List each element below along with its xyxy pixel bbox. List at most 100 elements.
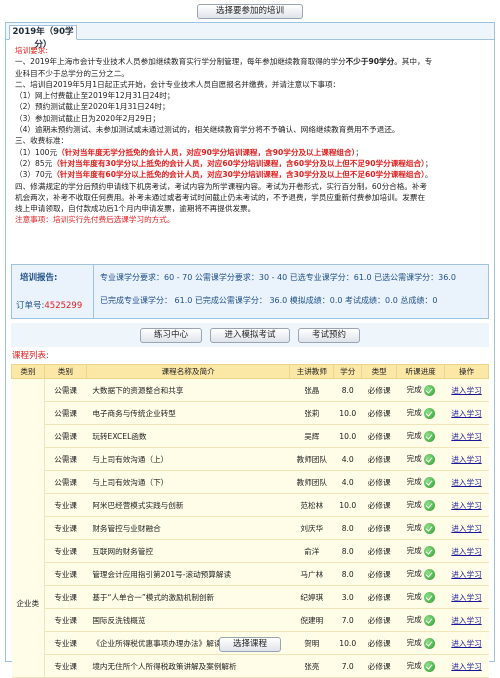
col-progress: 听课进度 xyxy=(396,364,446,379)
course-teacher: 教师团队 xyxy=(289,470,334,494)
course-credit: 3.0 xyxy=(333,585,362,609)
check-icon xyxy=(423,614,435,626)
course-category: 专业课 xyxy=(44,654,87,678)
course-operation: 进入学习 xyxy=(444,378,489,402)
enter-study-link[interactable]: 进入学习 xyxy=(451,547,481,556)
course-type: 必修课 xyxy=(361,470,397,494)
top-bar: 选择要参加的培训 xyxy=(0,0,500,22)
fee-2-end: ； xyxy=(424,158,433,168)
progress-text: 完成 xyxy=(406,592,422,602)
course-operation: 进入学习 xyxy=(444,608,489,632)
course-operation: 进入学习 xyxy=(444,424,489,448)
progress-text: 完成 xyxy=(406,523,422,533)
progress-text: 完成 xyxy=(406,615,422,625)
fee-3-price: （3）70元 xyxy=(15,170,53,180)
enter-study-link[interactable]: 进入学习 xyxy=(451,455,481,464)
req-item-2: （2）预约测试截止至2020年1月31日24时； xyxy=(15,102,170,112)
fee-1-end: ； xyxy=(355,147,364,157)
table-row: 专业课 基于“人单合一”模式的激励机制创新 纪婷琪 3.0 必修课 完成 进入学习 xyxy=(12,585,489,609)
course-operation: 进入学习 xyxy=(444,447,489,471)
progress-text: 完成 xyxy=(406,431,422,441)
fee-1-desc: （针对当年度无学分抵免的会计人员，对应90学分培训课程，含90学分及以上课程组合… xyxy=(57,147,356,157)
check-icon xyxy=(423,453,435,465)
course-progress: 完成 xyxy=(396,447,445,471)
course-operation: 进入学习 xyxy=(444,562,489,586)
note-label: 注意事项： xyxy=(15,215,53,225)
course-progress: 完成 xyxy=(396,493,445,517)
report-left: 培训报告: 订单号:4525299 xyxy=(12,265,94,318)
table-row: 专业课 阿米巴经营模式实践与创新 范松林 10.0 必修课 完成 进入学习 xyxy=(12,493,489,517)
bottom-bar: 选择课程 xyxy=(0,637,500,652)
course-type: 必修课 xyxy=(361,539,397,563)
col-credit: 学分 xyxy=(333,364,363,379)
enter-study-link[interactable]: 进入学习 xyxy=(451,478,481,487)
course-category: 公需课 xyxy=(44,470,87,494)
course-name: 玩转EXCEL函数 xyxy=(86,424,290,448)
progress-text: 完成 xyxy=(406,385,422,395)
course-operation: 进入学习 xyxy=(444,585,489,609)
req-p4-line2: 机会两次，补考不收取任何费用。补考未通过或者考试时间截止仍未考试的，不予退费，学… xyxy=(15,192,426,202)
course-operation: 进入学习 xyxy=(444,654,489,678)
select-training-button[interactable]: 选择要参加的培训 xyxy=(197,3,303,19)
select-course-button[interactable]: 选择课程 xyxy=(219,637,281,652)
course-type: 必修课 xyxy=(361,424,397,448)
enter-study-link[interactable]: 进入学习 xyxy=(451,409,481,418)
training-report: 培训报告: 订单号:4525299 专业课学分要求：60 - 70 公需课学分要… xyxy=(11,264,489,319)
course-type: 必修课 xyxy=(361,378,397,402)
req-p1: 一、2019年上海市会计专业技术人员参加继续教育实行学分制管理，每年参加继续教育… xyxy=(15,56,486,67)
req-p1-cont: 业科目不少于总学分的三分之二。 xyxy=(15,68,129,78)
tab-2019[interactable]: 2019年（90学分） xyxy=(9,25,77,50)
course-name: 与上司有效沟通（上） xyxy=(86,447,290,471)
mock-exam-button[interactable]: 进入模拟考试 xyxy=(210,327,290,343)
col-category-2: 类别 xyxy=(43,364,87,379)
enter-study-link[interactable]: 进入学习 xyxy=(451,524,481,533)
note: 注意事项：培训实行先付费后选课学习的方式。 xyxy=(15,214,486,225)
fee-1: （1）100元（针对当年度无学分抵免的会计人员，对应90学分培训课程，含90学分… xyxy=(15,147,486,158)
progress-text: 完成 xyxy=(406,454,422,464)
tab-strip: 2019年（90学分） xyxy=(6,23,494,50)
course-category: 专业课 xyxy=(44,585,87,609)
fee-3-desc: （针对当年度有60学分以上抵免的会计人员，对应30学分培训课程，含30学分及以上… xyxy=(52,170,425,180)
table-row: 专业课 互联网的财务管控 俞洋 8.0 必修课 完成 进入学习 xyxy=(12,539,489,563)
enter-study-link[interactable]: 进入学习 xyxy=(451,616,481,625)
req-p1-bold: 不少于90学分 xyxy=(345,57,395,67)
course-name: 基于“人单合一”模式的激励机制创新 xyxy=(86,585,290,609)
table-row: 专业课 管理会计应用指引第201号-滚动预算解读 马广林 8.0 必修课 完成 进入学习 xyxy=(12,562,489,586)
report-row-2: 已完成专业课学分： 61.0 已完成公需课学分： 36.0 模拟成绩：0.0 考… xyxy=(100,296,438,305)
fee-1-price: （1）100元 xyxy=(15,147,58,157)
course-teacher: 张莉 xyxy=(289,401,334,425)
course-type: 必修课 xyxy=(361,401,397,425)
course-name: 与上司有效沟通（下） xyxy=(86,470,290,494)
fee-2-desc: （针对当年度有30学分以上抵免的会计人员，对应60学分培训课程，含60学分及以上… xyxy=(52,158,425,168)
req-p3: 三、收费标准： xyxy=(15,136,69,146)
course-name: 阿米巴经营模式实践与创新 xyxy=(86,493,290,517)
enter-study-link[interactable]: 进入学习 xyxy=(451,570,481,579)
course-type: 必修课 xyxy=(361,493,397,517)
enter-study-link[interactable]: 进入学习 xyxy=(451,662,481,671)
col-type: 类型 xyxy=(361,364,398,379)
req-item-4: （4）逾期未预约测试、未参加测试或未通过测试的，相关继续教育学分将不予确认、网络… xyxy=(15,125,400,135)
course-progress: 完成 xyxy=(396,585,445,609)
enter-study-link[interactable]: 进入学习 xyxy=(451,593,481,602)
course-progress: 完成 xyxy=(396,401,445,425)
course-teacher: 纪婷琪 xyxy=(289,585,334,609)
course-table: 类别 类别 课程名称及简介 主讲教师 学分 类型 听课进度 操作 企业类 公需课大… xyxy=(11,364,489,678)
course-progress: 完成 xyxy=(396,654,445,678)
table-row: 专业课 国际反洗钱概览 倪建明 7.0 必修课 完成 进入学习 xyxy=(12,608,489,632)
table-row: 专业课 境内无住所个人所得税政策讲解及案例解析 张亮 7.0 必修课 完成 进入学习 xyxy=(12,654,489,678)
course-operation: 进入学习 xyxy=(444,516,489,540)
enter-study-link[interactable]: 进入学习 xyxy=(451,432,481,441)
course-name: 境内无住所个人所得税政策讲解及案例解析 xyxy=(86,654,290,678)
course-credit: 7.0 xyxy=(333,654,362,678)
check-icon xyxy=(423,407,435,419)
practice-center-button[interactable]: 练习中心 xyxy=(140,327,202,343)
course-teacher: 教师团队 xyxy=(289,447,334,471)
course-category: 公需课 xyxy=(44,424,87,448)
course-progress: 完成 xyxy=(396,562,445,586)
course-progress: 完成 xyxy=(396,516,445,540)
exam-booking-button[interactable]: 考试预约 xyxy=(298,327,360,343)
enter-study-link[interactable]: 进入学习 xyxy=(451,501,481,510)
table-row: 企业类 公需课 大数据下的资源整合和共享 张晶 8.0 必修课 完成 进入学习 xyxy=(11,378,489,678)
enter-study-link[interactable]: 进入学习 xyxy=(451,386,481,395)
course-name: 互联网的财务管控 xyxy=(86,539,290,563)
